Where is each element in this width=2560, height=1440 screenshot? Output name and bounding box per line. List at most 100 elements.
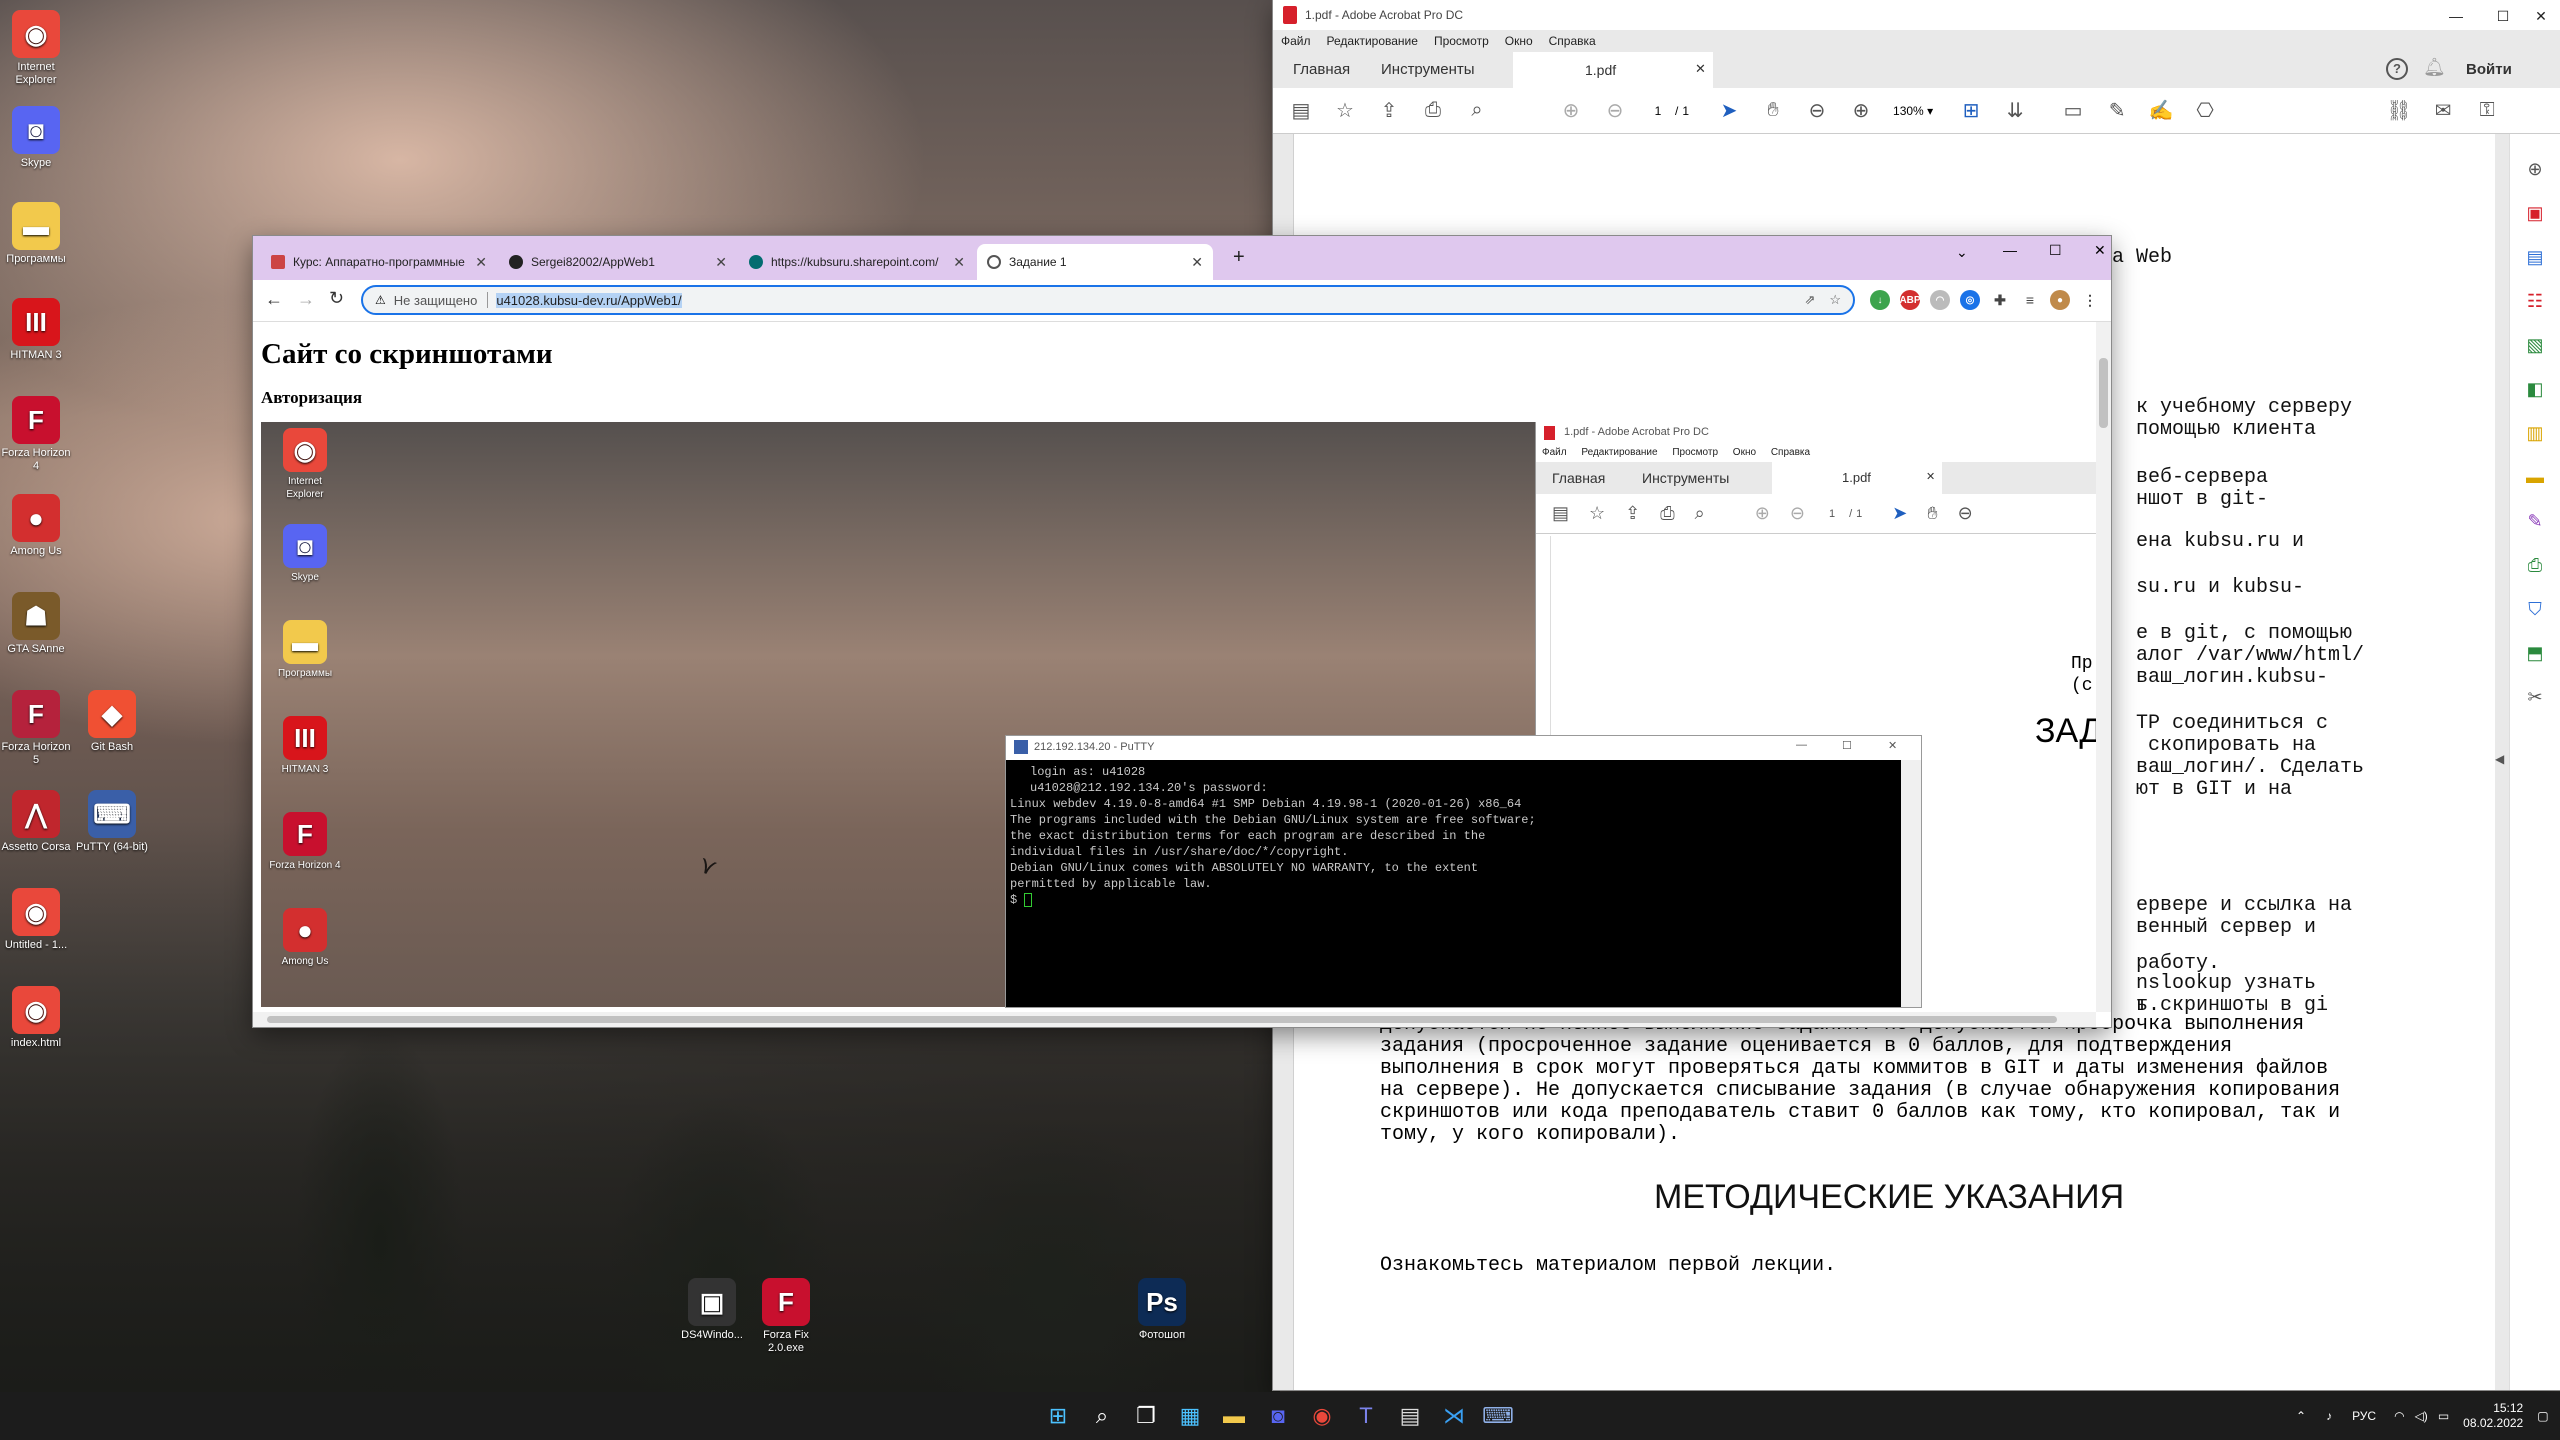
widgets-icon[interactable]: ▦ [1170, 1392, 1210, 1440]
vscode-icon[interactable]: ⋊ [1434, 1392, 1474, 1440]
panel-collapse-icon[interactable]: ◀ [2495, 752, 2504, 766]
edit-pdf-icon[interactable]: ▧ [2520, 330, 2550, 360]
browser-tab-active[interactable]: Задание 1 ✕ [977, 244, 1213, 280]
export-pdf-icon[interactable]: ▣ [2520, 198, 2550, 228]
zoom-panel-icon[interactable]: ⊕ [2520, 154, 2550, 184]
menu-view[interactable]: Просмотр [1434, 34, 1489, 48]
desktop-icon[interactable]: F Forza Horizon 5 [0, 690, 72, 767]
stamp-icon[interactable]: ⎔ [2190, 96, 2220, 126]
file-explorer-icon[interactable]: ▬ [1214, 1392, 1254, 1440]
puzzle-extension-icon[interactable]: ✚ [1990, 290, 2010, 310]
address-bar[interactable]: ⚠ Не защищено u41028.kubsu-dev.ru/AppWeb… [361, 285, 1855, 315]
bookmark-star-icon[interactable]: ☆ [1330, 96, 1360, 126]
highlight-icon[interactable]: ✎ [2102, 96, 2132, 126]
request-signature-icon[interactable]: ▥ [2520, 418, 2550, 448]
desktop-icon[interactable]: F Forza Fix 2.0.exe [750, 1278, 822, 1355]
help-icon[interactable]: ? [2386, 58, 2408, 80]
teams-icon[interactable]: T [1346, 1392, 1386, 1440]
maximize-button[interactable]: ☐ [2049, 242, 2062, 259]
scroll-mode-icon[interactable]: ⇊ [2000, 96, 2030, 126]
microphone-icon[interactable]: ♪ [2326, 1409, 2332, 1423]
adblock-extension-icon[interactable]: ABP [1899, 290, 1921, 310]
browser-tab[interactable]: Курс: Аппаратно-программные ✕ [261, 244, 497, 280]
tray-chevron-icon[interactable]: ⌃ [2296, 1409, 2306, 1423]
desktop-icon[interactable]: ▬ Программы [0, 202, 72, 266]
search-icon[interactable]: ⌕ [1082, 1392, 1122, 1440]
tab-document[interactable]: 1.pdf ✕ [1513, 52, 1713, 88]
putty-taskbar-icon[interactable]: ⌨ [1478, 1392, 1518, 1440]
page-down-icon[interactable]: ⊖ [1600, 96, 1630, 126]
desktop-icon[interactable]: Ps Фотошоп [1126, 1278, 1198, 1342]
zoom-level-select[interactable]: 130% ▾ [1893, 104, 1933, 118]
wifi-icon[interactable]: ◠ [2394, 1409, 2404, 1423]
organize-pages-icon[interactable]: ☷ [2520, 286, 2550, 316]
sign-icon[interactable]: ✍ [2146, 96, 2176, 126]
comment-icon[interactable]: ▭ [2058, 96, 2088, 126]
reload-icon[interactable]: ↻ [329, 288, 344, 309]
tab-close-icon[interactable]: ✕ [1695, 61, 1706, 77]
start-icon[interactable]: ⊞ [1038, 1392, 1078, 1440]
save-icon[interactable]: ▤ [1286, 96, 1316, 126]
fill-sign-icon[interactable]: ✎ [2520, 506, 2550, 536]
hand-icon[interactable]: ✋︎ [1758, 96, 1788, 126]
tab-close-icon[interactable]: ✕ [1191, 254, 1203, 271]
reading-list-icon[interactable]: ≡ [2020, 290, 2040, 310]
word-icon[interactable]: ▤ [1390, 1392, 1430, 1440]
task-view-icon[interactable]: ❐ [1126, 1392, 1166, 1440]
scrollbar-thumb[interactable] [267, 1016, 2057, 1023]
more-tools-icon[interactable]: ✂ [2520, 682, 2550, 712]
desktop-icon[interactable]: ☗ GTA SAnne [0, 592, 72, 656]
link-icon[interactable]: ⛓ [2384, 96, 2414, 126]
minimize-button[interactable]: — [2433, 0, 2479, 32]
close-button[interactable]: ✕ [2094, 242, 2106, 259]
back-icon[interactable]: ← [265, 289, 283, 310]
desktop-icon[interactable]: ◉ index.html [0, 986, 72, 1050]
protect-icon[interactable]: ⛉ [2520, 594, 2550, 624]
menu-help[interactable]: Справка [1549, 34, 1596, 48]
download-extension-icon[interactable]: ↓ [1870, 290, 1890, 310]
desktop-icon[interactable]: III HITMAN 3 [0, 298, 72, 362]
menu-file[interactable]: Файл [1281, 34, 1311, 48]
notification-icon[interactable]: ▢ [2537, 1409, 2548, 1423]
discord-icon[interactable]: ◙ [1258, 1392, 1298, 1440]
desktop-icon[interactable]: ▣ DS4Windo... [676, 1278, 748, 1342]
optimize-icon[interactable]: ⬒ [2520, 638, 2550, 668]
bookmark-star-icon[interactable]: ☆ [1829, 292, 1841, 308]
tab-close-icon[interactable]: ✕ [475, 254, 487, 271]
new-tab-button[interactable]: + [1233, 246, 1245, 269]
tab-search-icon[interactable]: ⌄ [1956, 244, 1968, 261]
desktop-icon[interactable]: ◆ Git Bash [76, 690, 148, 754]
tab-tools[interactable]: Инструменты [1381, 61, 1475, 78]
desktop-icon[interactable]: F Forza Horizon 4 [0, 396, 72, 473]
scrollbar-thumb[interactable] [2099, 358, 2108, 428]
tab-home[interactable]: Главная [1293, 61, 1350, 78]
profile-avatar[interactable]: ● [2050, 290, 2070, 310]
print-icon[interactable]: ⎙ [1418, 96, 1448, 126]
url-text[interactable]: u41028.kubsu-dev.ru/AppWeb1/ [496, 292, 682, 308]
page-view-icon[interactable]: ⊞ [1956, 96, 1986, 126]
desktop-icon[interactable]: ◙ Skype [0, 106, 72, 170]
page-horizontal-scrollbar[interactable] [253, 1012, 2096, 1027]
scan-icon[interactable]: ⎙ [2520, 550, 2550, 580]
desktop-icon[interactable]: ⋀ Assetto Corsa [0, 790, 72, 854]
share-icon[interactable]: ⇗ [1804, 292, 1815, 308]
volume-icon[interactable]: ◁) [2415, 1409, 2428, 1423]
browser-tab[interactable]: https://kubsuru.sharepoint.com/ ✕ [739, 244, 975, 280]
search-icon[interactable]: ⌕ [1462, 96, 1492, 126]
desktop-icon[interactable]: ◉ Internet Explorer [0, 10, 72, 87]
battery-icon[interactable]: ▭ [2438, 1409, 2449, 1423]
combine-files-icon[interactable]: ◧ [2520, 374, 2550, 404]
zoom-in-icon[interactable]: ⊕ [1846, 96, 1876, 126]
bell-icon[interactable]: 🔔︎ [2423, 57, 2446, 78]
chrome-icon[interactable]: ◉ [1302, 1392, 1342, 1440]
menu-kebab-icon[interactable]: ⋮ [2080, 290, 2100, 310]
tab-close-icon[interactable]: ✕ [715, 254, 727, 271]
page-vertical-scrollbar[interactable] [2096, 322, 2111, 1012]
vpn-extension-icon[interactable]: ◎ [1960, 290, 1980, 310]
zoom-out-icon[interactable]: ⊖ [1802, 96, 1832, 126]
mail-icon[interactable]: ✉ [2428, 96, 2458, 126]
browser-tab[interactable]: Sergei82002/AppWeb1 ✕ [499, 244, 737, 280]
language-indicator[interactable]: РУС [2352, 1409, 2376, 1423]
page-up-icon[interactable]: ⊕ [1556, 96, 1586, 126]
lock-icon[interactable]: ⚿ [2472, 96, 2502, 126]
